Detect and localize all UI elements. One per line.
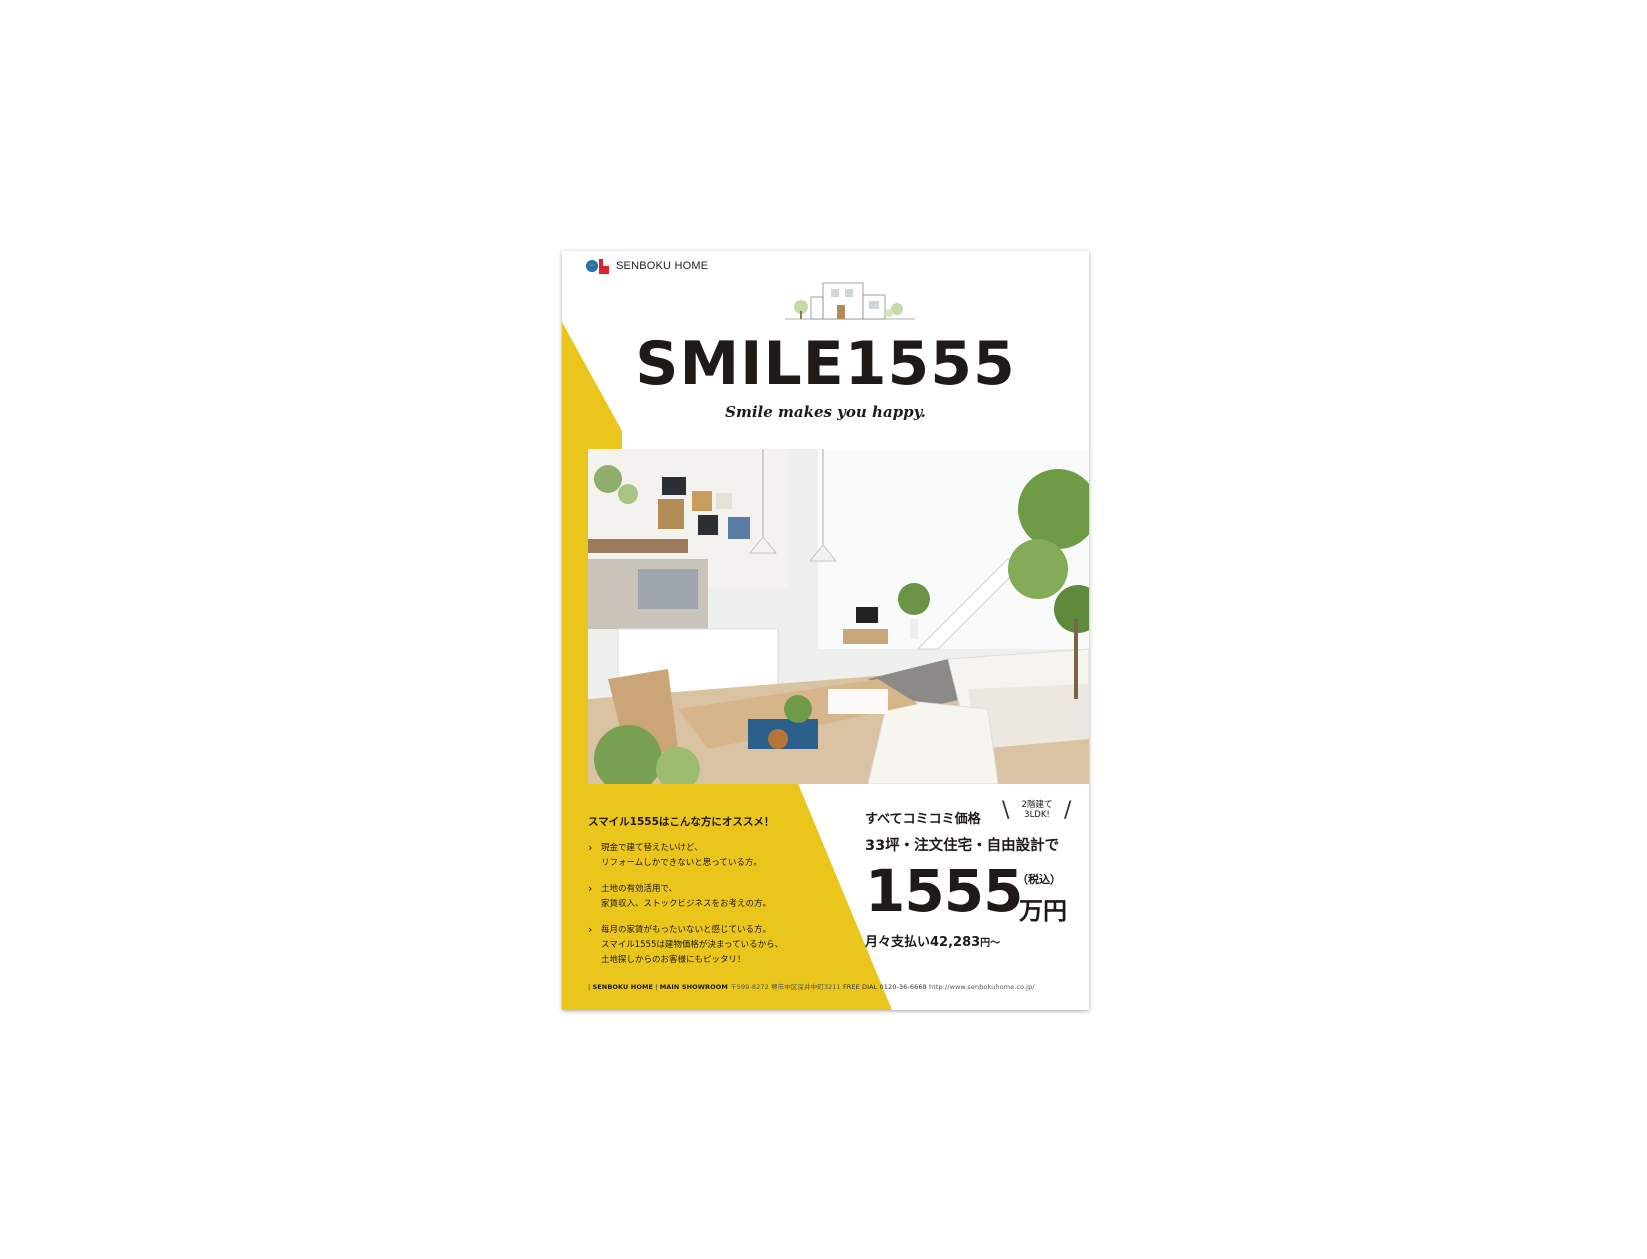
footer-divider: | [588, 983, 591, 991]
chevron-right-icon: › [588, 882, 593, 895]
price-amount: 1555 [865, 857, 1023, 925]
brand-name: SENBOKU HOME [616, 260, 709, 272]
tagline: Smile makes you happy. [725, 403, 926, 421]
price-subheading: 33坪・注文住宅・自由設計で [865, 838, 1060, 854]
chevron-right-icon: › [588, 841, 593, 854]
badge-line-1: 2階建て [1021, 800, 1053, 810]
price-tax-note: （税込） [1017, 873, 1061, 886]
recommendation-item-line: リフォームしかできないと思っている方。 [601, 858, 762, 868]
chevron-right-icon: › [588, 923, 593, 936]
brand-logo: SENBOKU HOME [586, 256, 708, 276]
recommendation-item-line: 家賃収入、ストックビジネスをお考えの方。 [601, 899, 772, 909]
recommendation-item-line: 毎月の家賃がもったいないと感じている方。 [601, 925, 772, 935]
recommendation-item-line: スマイル1555は建物価格が決まっているから、 [601, 940, 784, 950]
footer-showroom-label: MAIN SHOWROOM [659, 983, 728, 991]
footer-divider: | [655, 983, 658, 991]
recommendation-block: スマイル1555はこんな方にオススメ！ › 現金で建て替えたいけど、 リフォーム… [588, 814, 818, 979]
floor-plan-badge: \ 2階建て 3LDK! / [1002, 796, 1072, 826]
price-unit: 万円 [1019, 897, 1067, 925]
product-title: SMILE1555 [635, 329, 1016, 399]
footer-postal: 〒599-8272 [730, 983, 769, 991]
recommendation-item-line: 現金で建て替えたいけど、 [601, 843, 703, 853]
footer-free-dial-label: FREE DIAL [842, 983, 878, 991]
badge-line-2: 3LDK! [1024, 810, 1050, 820]
footer-phone: 0120-36-6668 [879, 983, 927, 991]
recommendation-item: › 土地の有効活用で、 家賃収入、ストックビジネスをお考えの方。 [588, 882, 818, 912]
recommendation-item: › 毎月の家賃がもったいないと感じている方。 スマイル1555は建物価格が決まっ… [588, 923, 818, 968]
monthly-payment: 月々支払い42,283円〜 [865, 931, 1000, 950]
flyer: SENBOKU HOME SMILE1555 Smile makes you h… [562, 251, 1089, 1010]
recommendation-heading: スマイル1555はこんな方にオススメ！ [588, 816, 775, 828]
logo-mark-icon [586, 259, 609, 274]
recommendation-item-line: 土地の有効活用で、 [601, 884, 678, 894]
recommendation-item: › 現金で建て替えたいけど、 リフォームしかできないと思っている方。 [588, 841, 818, 871]
price-lead: すべてコミコミ価格 [865, 812, 981, 827]
footer-address: 堺市中区深井中町3211 [771, 983, 841, 991]
interior-photo [588, 449, 1089, 784]
recommendation-item-line: 土地探しからのお客様にもピッタリ！ [601, 955, 746, 965]
page: SENBOKU HOME SMILE1555 Smile makes you h… [0, 0, 1647, 1259]
footer-company: SENBOKU HOME [592, 983, 654, 991]
badge-right-slash: / [1064, 798, 1072, 823]
monthly-payment-amount: 月々支払い42,283 [865, 935, 981, 950]
footer-url[interactable]: http://www.senbokuhome.co.jp/ [929, 983, 1035, 991]
monthly-payment-suffix: 円〜 [980, 938, 1001, 949]
footer: | SENBOKU HOME | MAIN SHOWROOM 〒599-8272… [588, 981, 1083, 991]
house-illustration [785, 282, 915, 320]
